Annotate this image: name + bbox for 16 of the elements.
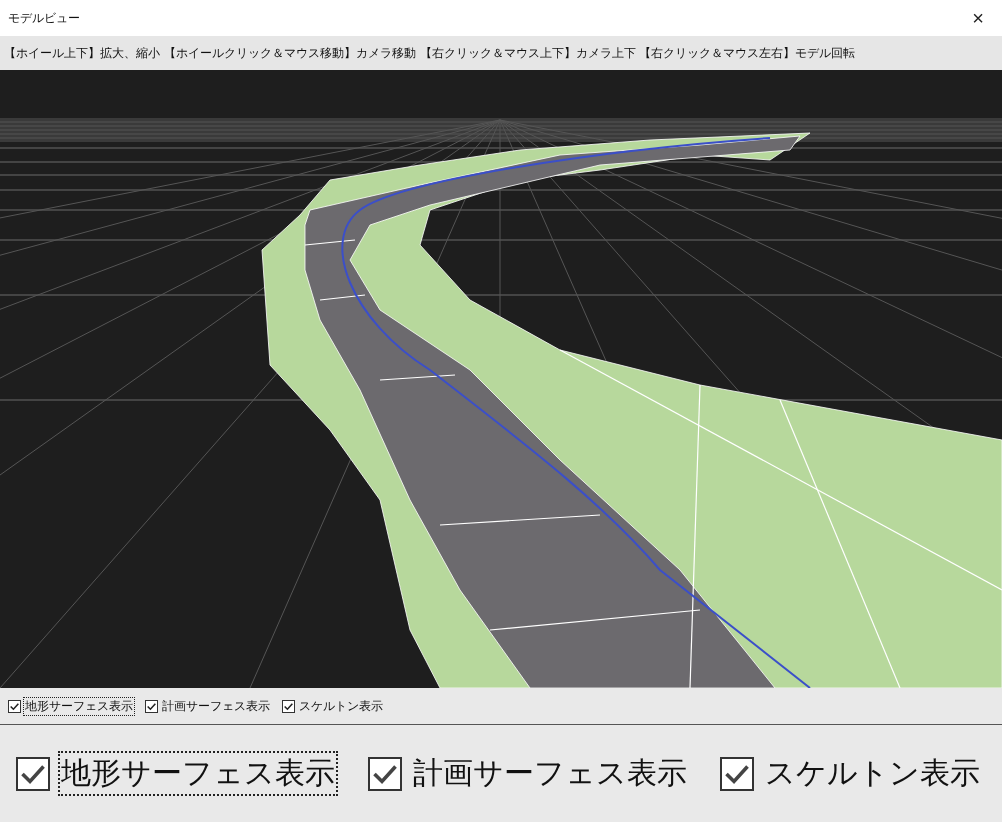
checkbox[interactable]: 計画サーフェス表示	[368, 751, 690, 796]
checkbox-box[interactable]	[282, 699, 295, 713]
checkbox-label: スケルトン表示	[764, 754, 981, 792]
checkbox-box[interactable]	[720, 756, 754, 791]
checkbox-box[interactable]	[145, 699, 158, 713]
checkbox-box[interactable]	[16, 756, 50, 791]
checkbox[interactable]: スケルトン表示	[282, 696, 385, 716]
checkbox-label: 計画サーフェス表示	[161, 697, 271, 715]
3d-model-drawing[interactable]	[0, 70, 1002, 688]
checkbox-box[interactable]	[8, 699, 21, 713]
checkbox[interactable]: 計画サーフェス表示	[145, 696, 272, 716]
checkbox-label: 計画サーフェス表示	[412, 754, 688, 792]
window-title: モデルビュー	[8, 9, 80, 27]
checkbox[interactable]: スケルトン表示	[720, 751, 983, 796]
checkbox-box[interactable]	[368, 756, 402, 791]
checkbox-label: スケルトン表示	[298, 697, 384, 715]
